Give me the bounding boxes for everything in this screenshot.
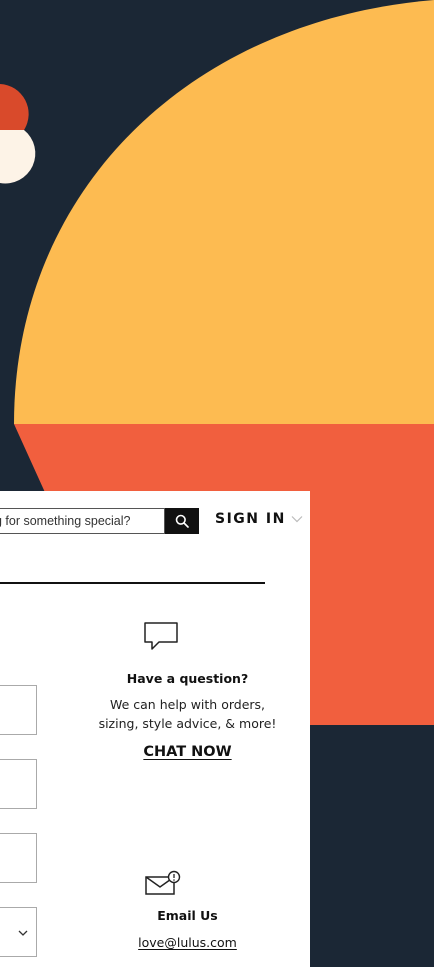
- chat-description: We can help with orders, sizing, style a…: [75, 695, 300, 733]
- chat-now-link[interactable]: CHAT NOW: [75, 744, 300, 760]
- search-input[interactable]: [0, 509, 164, 533]
- form-input-3[interactable]: [0, 833, 37, 883]
- site-header: SIGN IN: [0, 491, 310, 567]
- sign-in-button[interactable]: SIGN IN: [215, 511, 303, 527]
- mail-icon: [145, 870, 181, 895]
- search-field[interactable]: [0, 508, 165, 534]
- chat-description-line: We can help with orders,: [109, 697, 266, 712]
- contact-panel: SIGN IN Have a question? We can help wit…: [0, 491, 310, 967]
- chevron-down-icon: [18, 930, 28, 936]
- chat-bubble-icon: [144, 622, 178, 650]
- search-icon: [175, 514, 189, 528]
- email-title: Email Us: [157, 908, 218, 923]
- form-input-1[interactable]: [0, 685, 37, 735]
- section-divider: [0, 582, 265, 584]
- form-input-2[interactable]: [0, 759, 37, 809]
- form-select[interactable]: [0, 907, 37, 957]
- chat-description-line: sizing, style advice, & more!: [98, 716, 277, 731]
- chevron-down-icon: [291, 516, 303, 523]
- sign-in-label: SIGN IN: [215, 511, 286, 527]
- email-address-link[interactable]: love@lulus.com: [75, 935, 300, 950]
- search-button[interactable]: [165, 508, 199, 534]
- chat-title: Have a question?: [126, 671, 249, 686]
